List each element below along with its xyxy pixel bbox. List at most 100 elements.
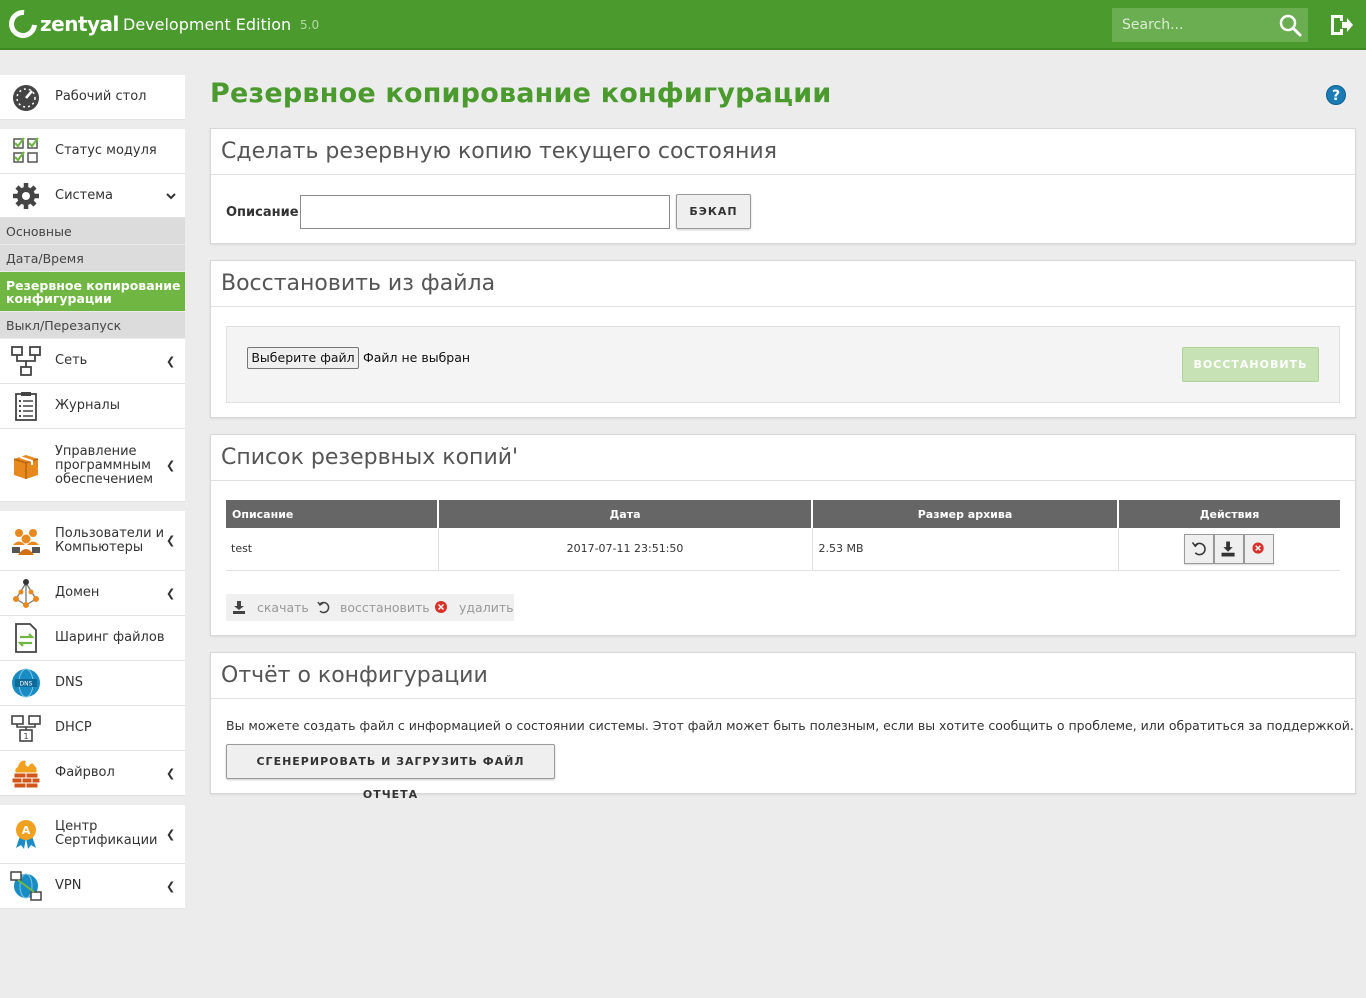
undo-icon [1192, 541, 1207, 556]
chevron-left-icon: ❮ [166, 586, 176, 600]
file-upload-area: Выберите файл Файл не выбран ВОССТАНОВИТ… [226, 326, 1340, 403]
sidebar-item-label: Файрвол [55, 765, 115, 780]
sidebar-item-label: Сеть [55, 353, 88, 368]
chevron-left-icon: ❮ [166, 458, 176, 472]
sidebar-item-label: Система [55, 187, 114, 203]
clipboard-icon [15, 392, 37, 421]
network-icon [11, 346, 41, 376]
package-icon [13, 455, 39, 479]
sidebar-item-ca[interactable]: A Центр Сертификации ❮ [0, 805, 185, 864]
vpn-icon [10, 871, 42, 901]
page-title: Резервное копирование конфигурации [210, 78, 832, 109]
sidebar-subitem-backup[interactable]: Резервное копирование конфигурации [0, 272, 185, 312]
report-panel: Отчёт о конфигурации Вы можете создать ф… [210, 652, 1356, 801]
sidebar-item-label: Рабочий стол [55, 89, 147, 104]
svg-text:DNS: DNS [20, 681, 33, 688]
logo-ring-icon [3, 4, 43, 44]
dhcp-icon: 1 [11, 715, 41, 742]
certificate-icon: A [16, 820, 36, 849]
sidebar-item-software[interactable]: Управление программным обеспечением ❮ [0, 429, 185, 502]
column-header: Действия [1118, 500, 1340, 528]
help-icon[interactable]: ? [1326, 85, 1346, 105]
users-icon [12, 529, 40, 555]
column-header: Размер архива [812, 500, 1119, 528]
delete-icon [1252, 542, 1264, 554]
download-icon [1221, 541, 1235, 557]
search-box [1112, 8, 1308, 42]
sidebar-subitem-datetime[interactable]: Дата/Время [0, 245, 185, 272]
panel-title: Восстановить из файла [211, 261, 1355, 307]
column-header: Дата [438, 500, 813, 528]
sidebar-item-label: Журналы [55, 398, 120, 413]
sidebar-item-users[interactable]: Пользователи и Компьютеры ❮ [0, 511, 185, 571]
sidebar-item-network[interactable]: Сеть ❮ [0, 339, 185, 384]
cell-actions [1118, 528, 1340, 571]
actions-legend: скачать восстановить удалить [226, 594, 514, 621]
sidebar-subitem-general[interactable]: Основные [0, 218, 185, 245]
logout-icon[interactable] [1328, 12, 1354, 38]
table-header-row: Описание Дата Размер архива Действия [226, 500, 1340, 528]
sidebar-item-module-status[interactable]: Статус модуля [0, 129, 185, 174]
zentyal-logo[interactable]: zentyal [3, 4, 119, 44]
legend-delete: удалить [459, 600, 514, 615]
cell-size: 2.53 MB [812, 528, 1119, 571]
restore-panel: Восстановить из файла Выберите файл Файл… [210, 260, 1356, 418]
sidebar-item-label: VPN [55, 878, 82, 893]
file-status: Файл не выбран [363, 350, 471, 365]
restore-button[interactable]: ВОССТАНОВИТЬ [1182, 347, 1319, 382]
generate-report-button[interactable]: СГЕНЕРИРОВАТЬ И ЗАГРУЗИТЬ ФАЙЛ ОТЧЕТА [226, 744, 555, 801]
report-description: Вы можете создать файл с информацией о с… [226, 718, 1354, 733]
legend-download: скачать [257, 600, 309, 615]
sidebar-item-label: Шаринг файлов [55, 630, 165, 645]
version-label: 5.0 [300, 18, 320, 32]
sidebar: Рабочий стол Статус модуля Система Основ [0, 75, 185, 909]
backup-table: Описание Дата Размер архива Действия tes… [226, 500, 1340, 571]
top-bar: zentyal Development Edition 5.0 [0, 0, 1366, 50]
sidebar-item-file-sharing[interactable]: Шаринг файлов [0, 616, 185, 661]
panel-title: Отчёт о конфигурации [211, 653, 1355, 699]
delete-action-button[interactable] [1244, 533, 1275, 564]
sidebar-item-label: Статус модуля [55, 143, 157, 158]
restore-action-button[interactable] [1184, 533, 1215, 564]
sidebar-item-domain[interactable]: Домен ❮ [0, 571, 185, 616]
panel-title: Сделать резервную копию текущего состоян… [211, 129, 1355, 175]
backup-panel: Сделать резервную копию текущего состоян… [210, 128, 1356, 244]
panel-title: Список резервных копий' [211, 435, 1355, 481]
gear-icon [13, 183, 39, 209]
checklist-icon [13, 137, 39, 163]
choose-file-button[interactable]: Выберите файл [247, 347, 359, 369]
sidebar-item-label: DHCP [55, 720, 92, 735]
description-input[interactable] [300, 195, 670, 229]
chevron-down-icon [166, 192, 176, 199]
backup-button[interactable]: БЭКАП [676, 194, 751, 229]
sidebar-item-label: Домен [55, 585, 100, 600]
chevron-left-icon: ❮ [166, 766, 176, 780]
undo-icon [317, 601, 330, 614]
sidebar-item-dns[interactable]: DNS DNS [0, 661, 185, 706]
cell-date: 2017-07-11 23:51:50 [438, 528, 813, 571]
chevron-left-icon: ❮ [166, 879, 176, 893]
chevron-left-icon: ❮ [166, 354, 176, 368]
edition-label: Development Edition [123, 15, 292, 34]
chevron-left-icon: ❮ [166, 827, 176, 841]
description-label: Описание [226, 205, 299, 220]
sidebar-item-firewall[interactable]: Файрвол ❮ [0, 751, 185, 796]
sidebar-item-logs[interactable]: Журналы [0, 384, 185, 429]
sidebar-subitem-shutdown[interactable]: Выкл/Перезапуск [0, 312, 185, 339]
search-icon[interactable] [1276, 12, 1304, 38]
sidebar-item-system[interactable]: Система [0, 174, 185, 218]
file-sharing-icon [15, 623, 37, 653]
svg-text:A: A [22, 824, 31, 837]
domain-icon [13, 579, 39, 608]
search-input[interactable] [1112, 8, 1272, 42]
sidebar-item-dhcp[interactable]: 1 DHCP [0, 706, 185, 751]
column-header: Описание [226, 500, 439, 528]
sidebar-item-vpn[interactable]: VPN ❮ [0, 864, 185, 909]
dashboard-icon [13, 85, 39, 111]
download-action-button[interactable] [1214, 533, 1245, 564]
dns-globe-icon: DNS [12, 668, 40, 698]
table-row: test 2017-07-11 23:51:50 2.53 MB [226, 528, 1340, 571]
sidebar-item-dashboard[interactable]: Рабочий стол [0, 75, 185, 120]
chevron-left-icon: ❮ [166, 534, 176, 547]
firewall-icon [11, 760, 41, 789]
